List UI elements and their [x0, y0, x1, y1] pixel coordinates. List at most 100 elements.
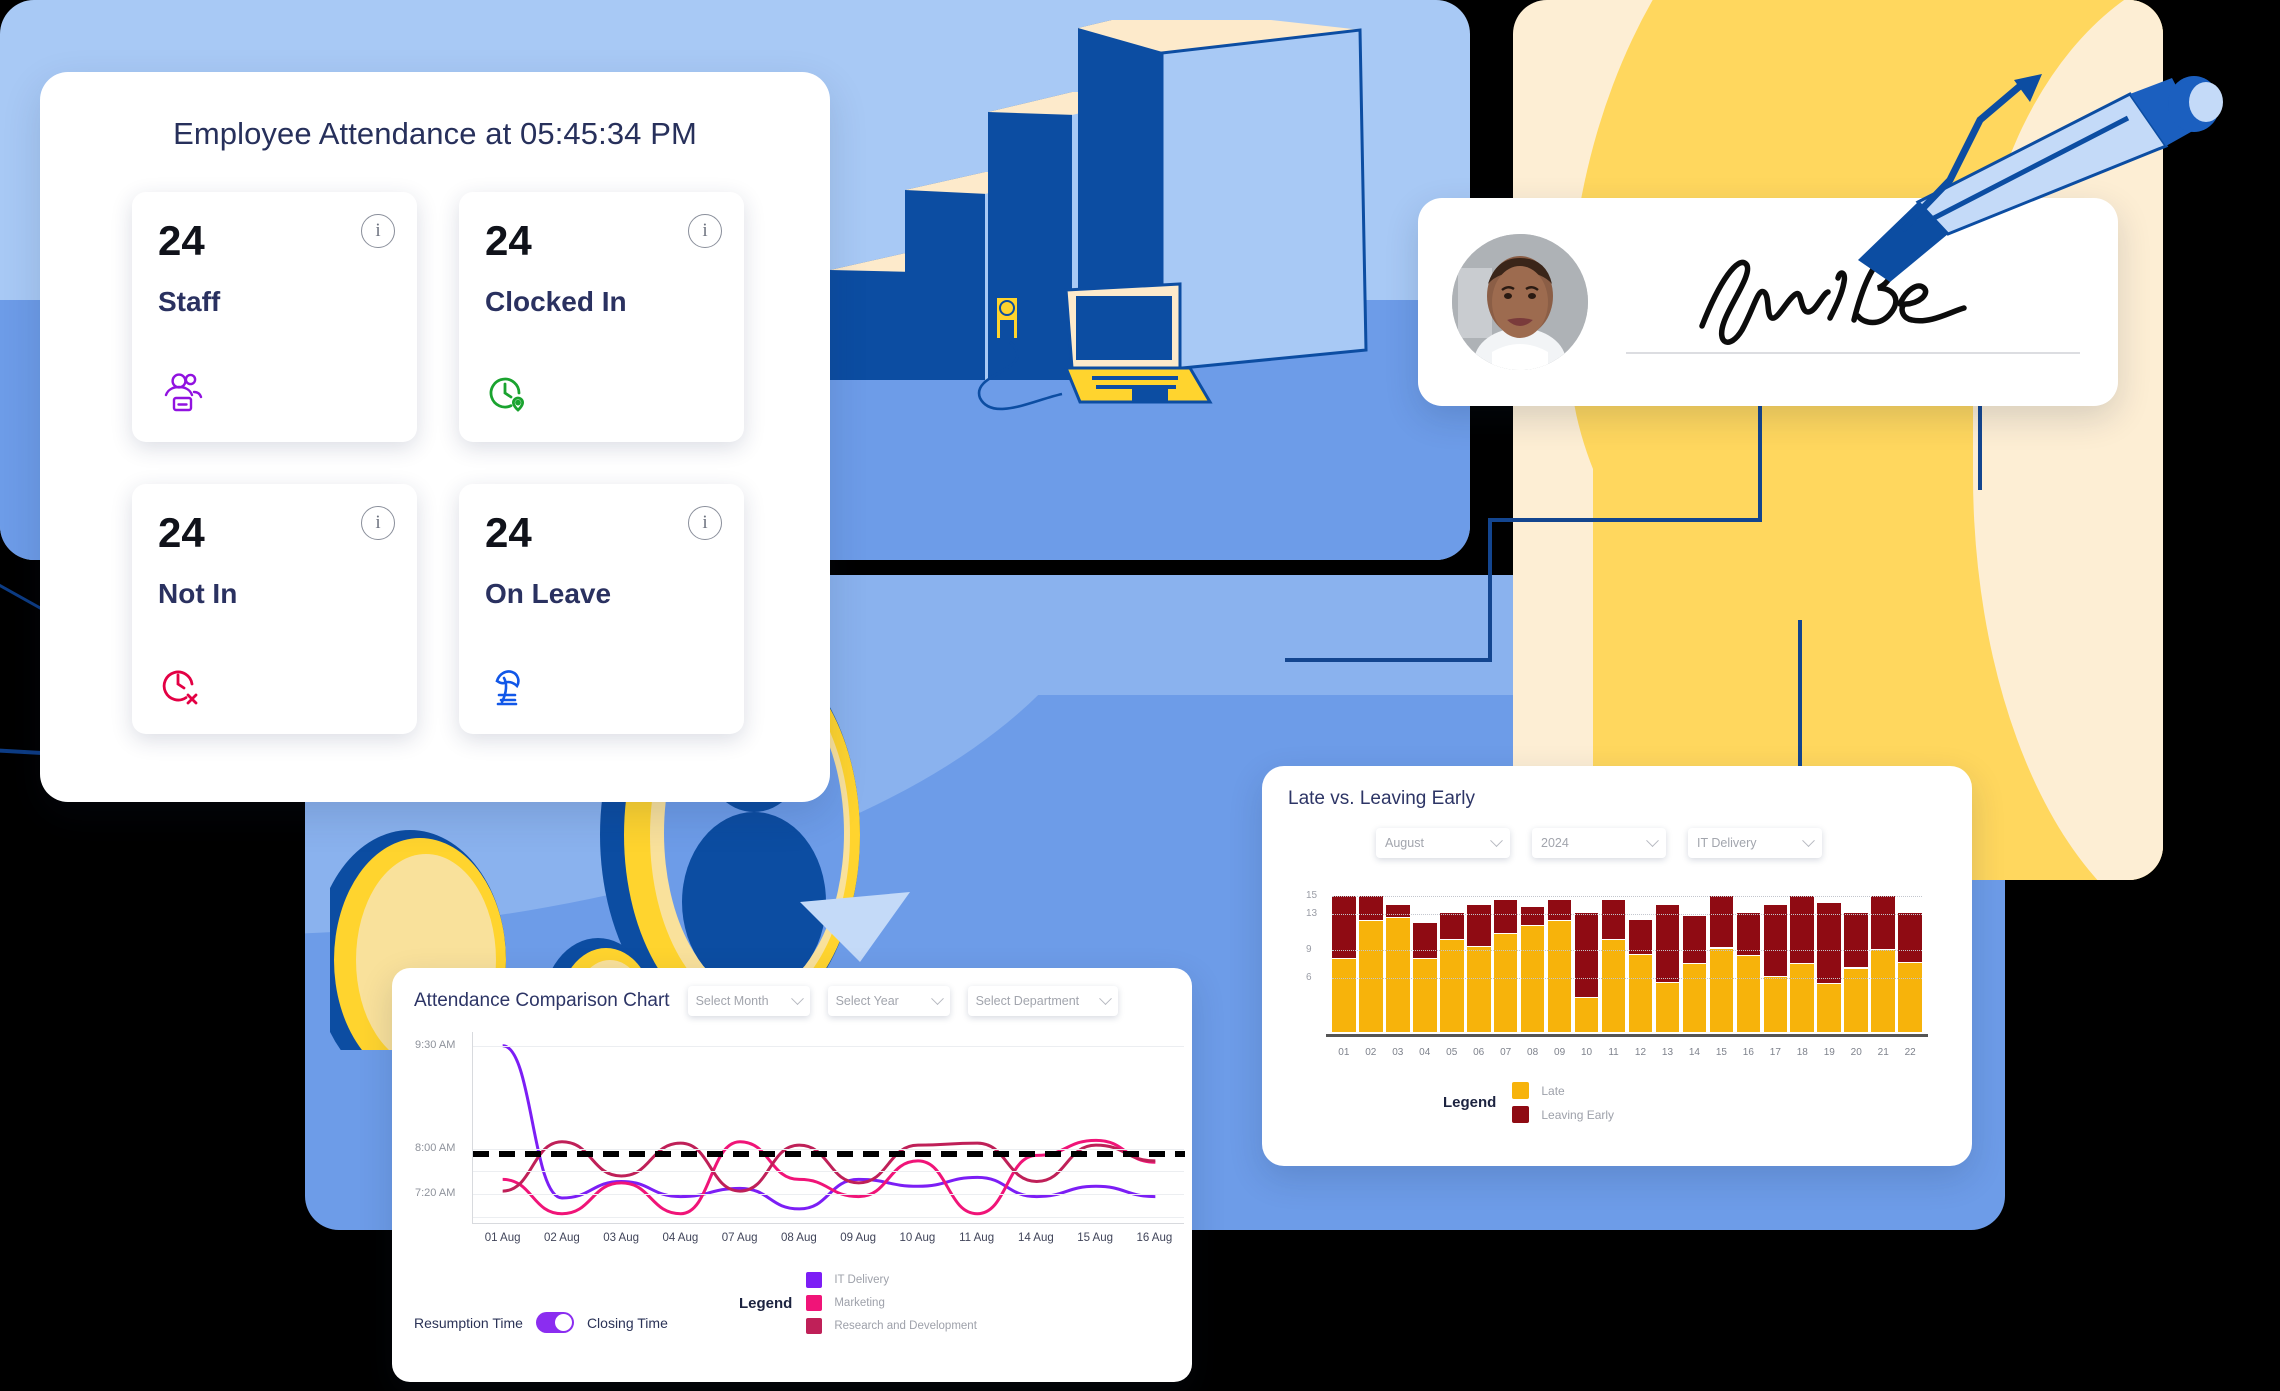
select-placeholder: Select Department: [975, 994, 1080, 1008]
screenshot-stage: Employee Attendance at 05:45:34 PM 24 St…: [0, 0, 2280, 1391]
bar-segment-late: [1493, 934, 1518, 1032]
late-vs-leaving-early-chart: 01 02 03 04 05 06 07 08 09 10 11 12 13 14 15 16 17 18 19 20…: [1306, 890, 1928, 1058]
stat-card-not-in[interactable]: 24 Not In i: [132, 484, 417, 734]
info-icon[interactable]: i: [688, 214, 722, 248]
bar-segment-leaving-early: [1601, 899, 1626, 940]
legend-swatch: [806, 1318, 823, 1334]
x-axis-tick: 22: [1904, 1047, 1916, 1058]
people-badge-icon: [158, 369, 391, 420]
bar-segment-leaving-early: [1520, 906, 1545, 925]
stat-card-clocked-in[interactable]: 24 Clocked In i: [459, 192, 744, 442]
x-axis-tick: 11 Aug: [959, 1232, 995, 1244]
info-icon[interactable]: i: [361, 506, 395, 540]
bar-segment-late: [1466, 946, 1491, 1032]
grid-line: [473, 1171, 1184, 1173]
stat-label: On Leave: [485, 578, 612, 609]
late-vs-leaving-early-card: Late vs. Leaving Early August 2024 IT De…: [1262, 766, 1972, 1166]
x-axis-tick: 10 Aug: [899, 1232, 936, 1244]
bar-segment-leaving-early: [1790, 896, 1815, 963]
x-axis-tick: 04: [1419, 1047, 1431, 1058]
bar-baseline: [1326, 1034, 1928, 1037]
x-axis-tick: 14 Aug: [1017, 1232, 1054, 1244]
bar-column: [1385, 896, 1410, 1032]
y-axis-tick: 9: [1306, 944, 1312, 956]
legend-label: Leaving Early: [1541, 1107, 1615, 1122]
x-axis-tick: 03 Aug: [603, 1232, 640, 1244]
chevron-down-icon: [790, 991, 804, 1005]
grid-line: [473, 1148, 1184, 1150]
x-axis-tick: 20: [1850, 1047, 1862, 1058]
info-icon[interactable]: i: [361, 214, 395, 248]
x-axis-tick: 01 Aug: [484, 1232, 521, 1244]
x-axis-tick: 04 Aug: [662, 1232, 699, 1244]
bar-column: [1790, 896, 1815, 1032]
x-axis-tick: 05: [1446, 1047, 1458, 1058]
legend-item: Research and Development: [806, 1318, 977, 1334]
employee-attendance-panel: Employee Attendance at 05:45:34 PM 24 St…: [40, 72, 830, 802]
bar-segment-late: [1871, 950, 1896, 1032]
bar-segment-leaving-early: [1898, 913, 1923, 962]
bar-column: [1412, 896, 1437, 1032]
bar-segment-leaving-early: [1817, 903, 1842, 983]
stat-card-staff[interactable]: 24 Staff i: [132, 192, 417, 442]
x-axis-tick: 16: [1742, 1047, 1754, 1058]
bar-segment-late: [1709, 948, 1734, 1032]
comparison-year-select[interactable]: Select Year: [827, 986, 950, 1016]
bar-segment-leaving-early: [1412, 923, 1437, 959]
x-axis-tick: 11: [1608, 1047, 1619, 1058]
bar-column: [1628, 896, 1653, 1032]
stat-card-on-leave[interactable]: 24 On Leave i: [459, 484, 744, 734]
grid-line: [1332, 914, 1922, 916]
comparison-month-select[interactable]: Select Month: [687, 986, 810, 1016]
bar-segment-late: [1763, 976, 1788, 1032]
toggle-left-label: Resumption Time: [414, 1314, 523, 1331]
attendance-comparison-chart: 01 Aug 02 Aug 03 Aug 04 Aug 07 Aug 08 Aug 09 A…: [415, 1032, 1185, 1244]
bar-column: [1682, 896, 1707, 1032]
comparison-header: Attendance Comparison Chart Select Month…: [414, 986, 1170, 1016]
bar-segment-late: [1790, 964, 1815, 1032]
signature-baseline: [1626, 352, 2080, 354]
bar-column: [1898, 896, 1923, 1032]
time-mode-toggle-row[interactable]: Resumption Time Closing Time: [414, 1312, 668, 1333]
x-axis-tick: 14: [1688, 1047, 1700, 1058]
bar-segment-leaving-early: [1871, 896, 1896, 950]
bar-segment-late: [1385, 917, 1410, 1032]
select-placeholder: Select Month: [695, 994, 769, 1008]
bar-segment-leaving-early: [1682, 915, 1707, 963]
toggle-right-label: Closing Time: [586, 1314, 668, 1331]
comparison-footer: Resumption Time Closing Time Legend IT D…: [414, 1272, 1170, 1366]
bar-column: [1493, 896, 1518, 1032]
line-x-axis-labels: 01 Aug 02 Aug 03 Aug 04 Aug 07 Aug 08 Aug 09 A…: [473, 1232, 1184, 1244]
y-axis-tick: 15: [1306, 890, 1318, 901]
pen-icon: [1858, 74, 2223, 282]
bar-segment-leaving-early: [1655, 905, 1680, 982]
late-month-select[interactable]: August: [1376, 828, 1510, 858]
grid-line: [1332, 977, 1922, 979]
bar-segment-leaving-early: [1358, 896, 1383, 921]
card-title: Late vs. Leaving Early: [1288, 788, 1475, 809]
bar-segment-late: [1655, 983, 1680, 1032]
stat-label: Staff: [158, 286, 221, 317]
comparison-legend: Legend IT Delivery Marketing Research and …: [739, 1272, 977, 1334]
x-axis-tick: 21: [1877, 1047, 1889, 1058]
legend-swatch: [1512, 1082, 1530, 1099]
bar-segment-leaving-early: [1628, 919, 1653, 954]
bar-columns: [1332, 896, 1923, 1032]
late-year-select[interactable]: 2024: [1532, 828, 1666, 858]
time-mode-toggle[interactable]: [535, 1312, 574, 1333]
bar-column: [1358, 896, 1383, 1032]
x-axis-tick: 09 Aug: [840, 1232, 877, 1244]
info-icon[interactable]: i: [688, 506, 722, 540]
grid-line: [1332, 950, 1922, 952]
bar-column: [1574, 896, 1599, 1032]
late-department-select[interactable]: IT Delivery: [1688, 828, 1822, 858]
toggle-knob: [554, 1314, 572, 1331]
x-axis-tick: 08 Aug: [780, 1232, 817, 1244]
page-title: Employee Attendance at 05:45:34 PM: [173, 116, 697, 151]
line-series: [502, 1044, 1156, 1211]
comparison-department-select[interactable]: Select Department: [967, 986, 1118, 1016]
stat-value: 24: [485, 509, 532, 556]
x-axis-tick: 15 Aug: [1077, 1232, 1114, 1244]
x-axis-tick: 09: [1554, 1047, 1566, 1058]
legend-title: Legend: [1443, 1094, 1497, 1111]
